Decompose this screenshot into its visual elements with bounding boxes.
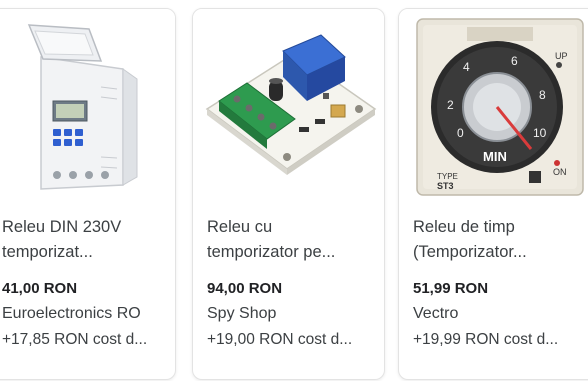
product-title[interactable]: Releu de timp (Temporizator...: [413, 215, 575, 265]
product-price: 94,00 RON: [207, 280, 283, 297]
product-card[interactable]: Releu DIN 230V temporizat... 41,00 RON E…: [0, 8, 176, 380]
svg-text:UP: UP: [555, 51, 568, 61]
product-title[interactable]: Releu cu temporizator pe...: [207, 215, 369, 265]
svg-text:ST3: ST3: [437, 181, 454, 191]
product-image[interactable]: [0, 9, 175, 205]
product-price: 51,99 RON: [413, 280, 489, 297]
product-title[interactable]: Releu DIN 230V temporizat...: [2, 215, 164, 265]
analog-timer-dial-icon: UP 0 2 4 6 8 10 MIN TYPE ST3 ON: [416, 18, 584, 196]
product-price: 41,00 RON: [2, 280, 78, 297]
product-image[interactable]: UP 0 2 4 6 8 10 MIN TYPE ST3 ON: [399, 9, 588, 205]
shipping-cost: +19,00 RON cost d...: [207, 331, 353, 348]
svg-text:0: 0: [457, 126, 464, 140]
merchant-name: Spy Shop: [207, 305, 277, 322]
svg-text:8: 8: [539, 88, 546, 102]
din-rail-timer-relay-icon: [27, 24, 138, 190]
svg-text:6: 6: [511, 54, 518, 68]
product-card[interactable]: UP 0 2 4 6 8 10 MIN TYPE ST3 ON Releu de…: [398, 8, 588, 380]
relay-module-board-icon: [205, 34, 377, 175]
svg-text:MIN: MIN: [483, 149, 507, 164]
shipping-cost: +19,99 RON cost d...: [413, 331, 559, 348]
shipping-cost: +17,85 RON cost d...: [2, 331, 148, 348]
product-card[interactable]: Releu cu temporizator pe... 94,00 RON Sp…: [192, 8, 385, 380]
svg-text:4: 4: [463, 60, 470, 74]
svg-text:2: 2: [447, 98, 454, 112]
svg-text:10: 10: [533, 126, 547, 140]
svg-text:ON: ON: [553, 167, 567, 177]
merchant-name: Vectro: [413, 305, 459, 322]
product-image[interactable]: [193, 9, 384, 205]
merchant-name: Euroelectronics RO: [2, 305, 141, 322]
svg-text:TYPE: TYPE: [437, 172, 458, 181]
